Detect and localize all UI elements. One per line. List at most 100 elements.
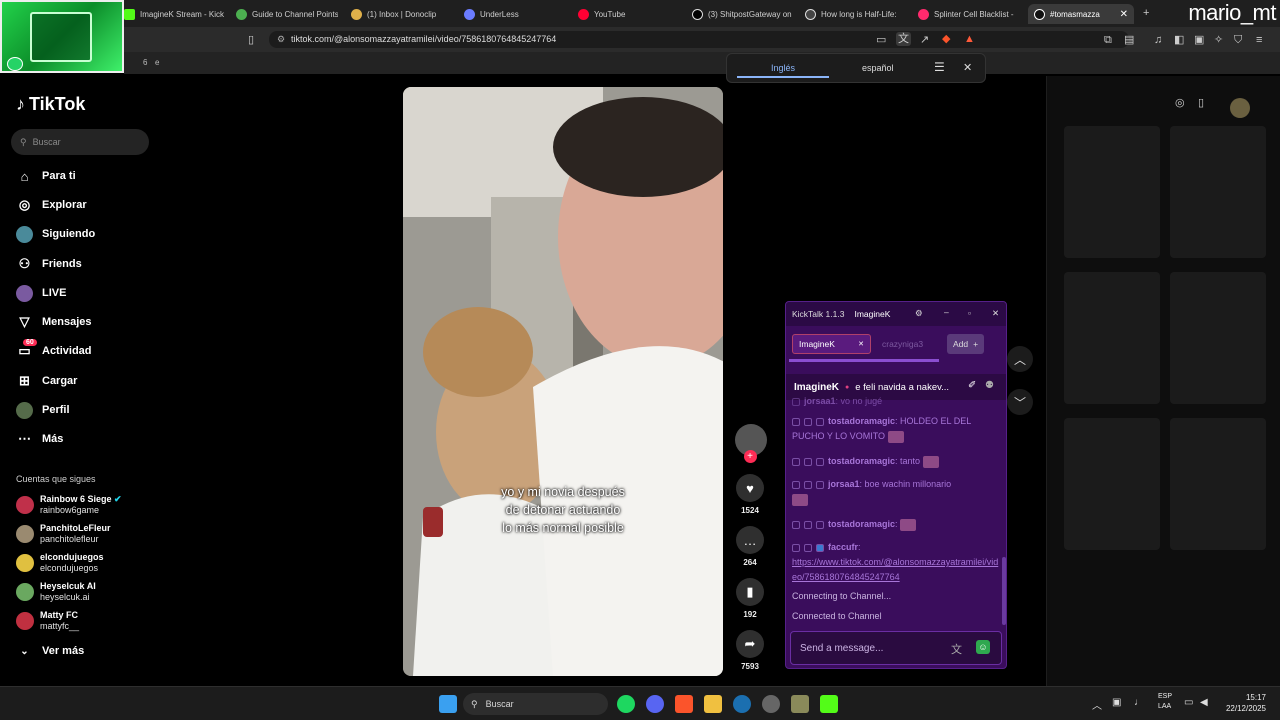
obs-icon[interactable] bbox=[762, 695, 780, 713]
followed-account[interactable]: PanchitoLeFleur panchitolefleur bbox=[16, 521, 111, 547]
cast-icon[interactable]: ▭ bbox=[876, 33, 886, 47]
gamepad-icon[interactable]: ▣ bbox=[1112, 697, 1121, 708]
brave-icon[interactable] bbox=[675, 695, 693, 713]
translate-icon[interactable]: 文 bbox=[951, 641, 962, 657]
reading-list-icon[interactable]: ▤ bbox=[1124, 33, 1134, 47]
emote bbox=[922, 455, 939, 468]
site-info-icon[interactable]: ⚙ bbox=[277, 34, 285, 45]
tiktok-logo[interactable]: ♪ TikTok bbox=[16, 94, 85, 115]
save-button[interactable]: ▮ 192 bbox=[735, 578, 765, 619]
url-field[interactable]: ⚙ tiktok.com/@alonsomazzayatramilei/vide… bbox=[269, 31, 1129, 48]
previous-video-button[interactable]: ︿ bbox=[1007, 346, 1033, 372]
network-icon[interactable]: ▭ bbox=[1184, 697, 1193, 708]
followed-account[interactable]: Heyselcuk AI heyselcuk.ai bbox=[16, 579, 96, 605]
minimize-icon[interactable]: – bbox=[944, 307, 949, 317]
brave-rewards-icon[interactable]: ▲ bbox=[964, 32, 975, 46]
device-icon[interactable]: ▯ bbox=[1198, 96, 1204, 109]
comment-button[interactable]: … 264 bbox=[735, 526, 765, 567]
vpn-icon[interactable]: ⛉ bbox=[1234, 33, 1242, 47]
ai-icon[interactable]: ◎ bbox=[1175, 96, 1185, 109]
close-icon[interactable]: ✕ bbox=[963, 61, 972, 74]
see-more-button[interactable]: ⌄ Ver más bbox=[16, 640, 84, 662]
chat-link[interactable]: https://www.tiktok.com/@alonsomazzayatra… bbox=[792, 557, 998, 582]
add-channel-button[interactable]: Add + bbox=[947, 334, 985, 354]
leo-ai-icon[interactable]: ✧ bbox=[1214, 33, 1223, 47]
close-tab-icon[interactable]: ✕ bbox=[858, 340, 864, 348]
microphone-icon[interactable]: ♩ bbox=[1134, 697, 1144, 708]
close-icon[interactable]: ✕ bbox=[992, 308, 999, 319]
tab-splinter-cell[interactable]: Splinter Cell Blacklist - bbox=[918, 4, 1020, 24]
extensions-icon[interactable]: ⧉ bbox=[1104, 33, 1112, 47]
chevron-up-icon[interactable]: ︿ bbox=[1092, 697, 1102, 712]
followed-account[interactable]: elcondujuegos elcondujuegos bbox=[16, 550, 104, 576]
taskbar-search[interactable]: ⚲ Buscar bbox=[463, 693, 608, 715]
tab-how-long-half-life[interactable]: How long is Half-Life: bbox=[805, 4, 907, 24]
share-icon[interactable]: ↗ bbox=[920, 33, 929, 47]
translate-source-tab[interactable]: Inglés bbox=[771, 63, 795, 73]
gear-icon[interactable]: ⚙ bbox=[915, 308, 923, 319]
app-icon[interactable] bbox=[791, 695, 809, 713]
bookmark-item[interactable]: e bbox=[155, 58, 159, 67]
volume-icon[interactable]: ◀ bbox=[1200, 697, 1208, 708]
maximize-icon[interactable]: ▫ bbox=[968, 308, 971, 318]
emote-picker-icon[interactable]: ☺ bbox=[976, 640, 990, 654]
followed-account[interactable]: Matty FC mattyfc__ bbox=[16, 608, 79, 634]
user-avatar[interactable] bbox=[1230, 98, 1250, 118]
spotify-icon[interactable] bbox=[617, 695, 635, 713]
windows-start-icon[interactable] bbox=[439, 695, 457, 713]
tab-shitpostgateway[interactable]: (3) ShitpostGateway on bbox=[692, 4, 794, 24]
tab-donoclip-inbox[interactable]: (1) Inbox | Donoclip bbox=[351, 4, 453, 24]
nav-explorar[interactable]: ◎ Explorar bbox=[16, 194, 87, 216]
compass-icon: ◎ bbox=[18, 197, 31, 212]
heart-icon: ♥ bbox=[736, 474, 764, 502]
tab-underless[interactable]: UnderLess bbox=[464, 4, 566, 24]
next-video-button[interactable]: ﹀ bbox=[1007, 389, 1033, 415]
sidebar-icon[interactable]: ◧ bbox=[1174, 33, 1184, 47]
nav-cargar[interactable]: ⊞ Cargar bbox=[16, 370, 77, 392]
nav-mensajes[interactable]: ▽ Mensajes bbox=[16, 311, 92, 333]
nav-para-ti[interactable]: ⌂ Para ti bbox=[16, 165, 76, 187]
share-button[interactable]: ➦ 7593 bbox=[735, 630, 765, 671]
nav-siguiendo[interactable]: Siguiendo bbox=[16, 223, 95, 245]
tiktok-note-icon: ♪ bbox=[16, 94, 25, 114]
creator-avatar-button[interactable]: + bbox=[735, 424, 767, 463]
followed-account[interactable]: Rainbow 6 Siege ✔ rainbow6game bbox=[16, 492, 122, 518]
like-button[interactable]: ♥ 1524 bbox=[735, 474, 765, 515]
new-tab-icon[interactable]: + bbox=[1143, 6, 1149, 20]
follow-plus-icon[interactable]: + bbox=[743, 450, 757, 463]
system-clock[interactable]: 15:17 22/12/2025 bbox=[1226, 692, 1266, 714]
chat-scrollbar[interactable] bbox=[1002, 557, 1006, 625]
nav-actividad[interactable]: ▭ 60 Actividad bbox=[16, 338, 92, 362]
tab-guide-channel-points[interactable]: Guide to Channel Points bbox=[236, 4, 338, 24]
nav-mas[interactable]: ⋯ Más bbox=[16, 428, 63, 450]
tab-youtube[interactable]: YouTube bbox=[578, 4, 680, 24]
nav-friends[interactable]: ⚇ Friends bbox=[16, 253, 82, 275]
placeholder-tile bbox=[1064, 272, 1160, 404]
discord-icon[interactable] bbox=[646, 695, 664, 713]
language-indicator[interactable]: ESP LAA bbox=[1158, 692, 1172, 712]
tab-tiktok-active[interactable]: #tomasmazza ✕ bbox=[1028, 4, 1134, 24]
media-icon[interactable]: ♫ bbox=[1154, 33, 1162, 47]
nav-perfil[interactable]: Perfil bbox=[16, 399, 70, 421]
bookmark-icon[interactable]: ▯ bbox=[248, 33, 254, 47]
menu-icon[interactable]: ☰ bbox=[934, 60, 945, 74]
nav-live[interactable]: LIVE bbox=[16, 282, 66, 304]
close-tab-icon[interactable]: ✕ bbox=[1120, 9, 1128, 20]
pin-icon[interactable]: ✐ bbox=[968, 380, 976, 391]
chat-input[interactable]: Send a message... 文 ☺ bbox=[790, 631, 1002, 665]
kick-icon[interactable] bbox=[820, 695, 838, 713]
wallet-icon[interactable]: ▣ bbox=[1194, 33, 1204, 47]
steam-icon[interactable] bbox=[733, 695, 751, 713]
translate-icon[interactable]: 文 bbox=[896, 32, 911, 46]
menu-icon[interactable]: ≡ bbox=[1256, 33, 1262, 47]
user-icon[interactable]: ⚉ bbox=[985, 380, 994, 391]
search-input[interactable]: ⚲ Buscar bbox=[11, 129, 149, 155]
brave-shield-icon[interactable]: ◆ bbox=[942, 32, 950, 46]
translate-target-tab[interactable]: español bbox=[862, 63, 894, 73]
file-explorer-icon[interactable] bbox=[704, 695, 722, 713]
tab-imaginek-stream[interactable]: ImagineK Stream - Kick bbox=[124, 4, 226, 24]
bookmark-folder-count[interactable]: 6 bbox=[143, 58, 147, 67]
channel-tab-crazyniga3[interactable]: crazyniga3 bbox=[876, 334, 929, 354]
channel-tab-imaginek[interactable]: ImagineK ✕ bbox=[792, 334, 871, 354]
video-player[interactable]: yo y mi novia después de detonar actuand… bbox=[403, 87, 723, 676]
